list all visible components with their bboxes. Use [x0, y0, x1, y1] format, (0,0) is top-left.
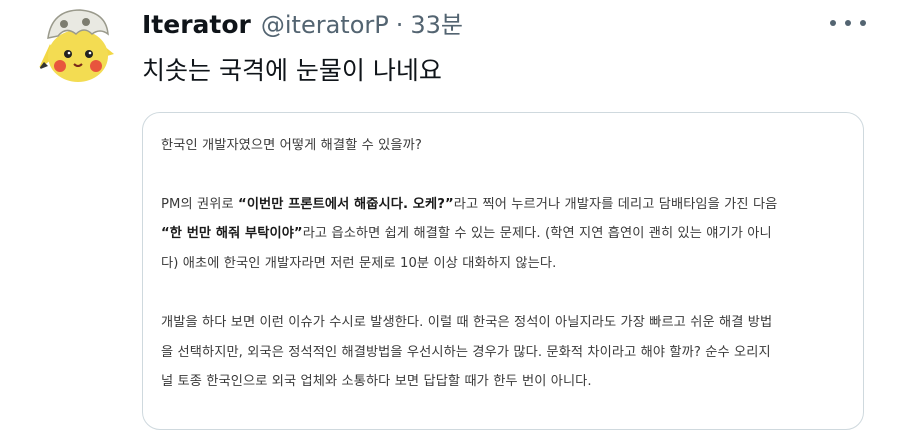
card-p1-line3: 다) 애초에 한국인 개발자라면 저런 문제로 10분 이상 대화하지 않는다.	[161, 255, 557, 271]
tweet-header: Iterator @iteratorP · 33분	[142, 5, 463, 39]
card-p2-line3: 널 토종 한국인으로 외국 업체와 소통하다 보면 답답할 때가 한두 번이 아…	[161, 374, 592, 389]
more-horizontal-icon	[830, 20, 836, 26]
card-question: 한국인 개발자였으면 어떻게 해결할 수 있을까?	[161, 138, 422, 153]
more-options-button[interactable]	[830, 10, 866, 36]
pikachu-avatar-icon	[34, 4, 118, 88]
separator-dot: ·	[395, 11, 404, 39]
author-handle[interactable]: @iteratorP	[261, 11, 389, 39]
card-p1-line2: “한 번만 해줘 부탁이야”라고 읍소하면 쉽게 해결할 수 있는 문제다. (…	[161, 226, 772, 241]
card-p1-line1: PM의 권위로 “이번만 프론트에서 해줍시다. 오케?”라고 찍어 누르거나 …	[161, 196, 778, 212]
avatar[interactable]	[34, 4, 118, 88]
card-p2-line2: 을 선택하지만, 외국은 정석적인 해결방법을 우선시하는 경우가 많다. 문화…	[161, 344, 771, 360]
card-text: 한국인 개발자였으면 어떻게 해결할 수 있을까? PM의 권위로 “이번만 프…	[161, 131, 849, 397]
author-name[interactable]: Iterator	[142, 10, 251, 39]
attached-image-card[interactable]: 한국인 개발자였으면 어떻게 해결할 수 있을까? PM의 권위로 “이번만 프…	[142, 112, 864, 430]
card-p2-line1: 개발을 하다 보면 이런 이슈가 수시로 발생한다. 이럴 때 한국은 정석이 …	[161, 315, 773, 330]
tweet-text: 치솟는 국격에 눈물이 나네요	[142, 56, 442, 85]
timestamp[interactable]: 33분	[410, 5, 463, 40]
